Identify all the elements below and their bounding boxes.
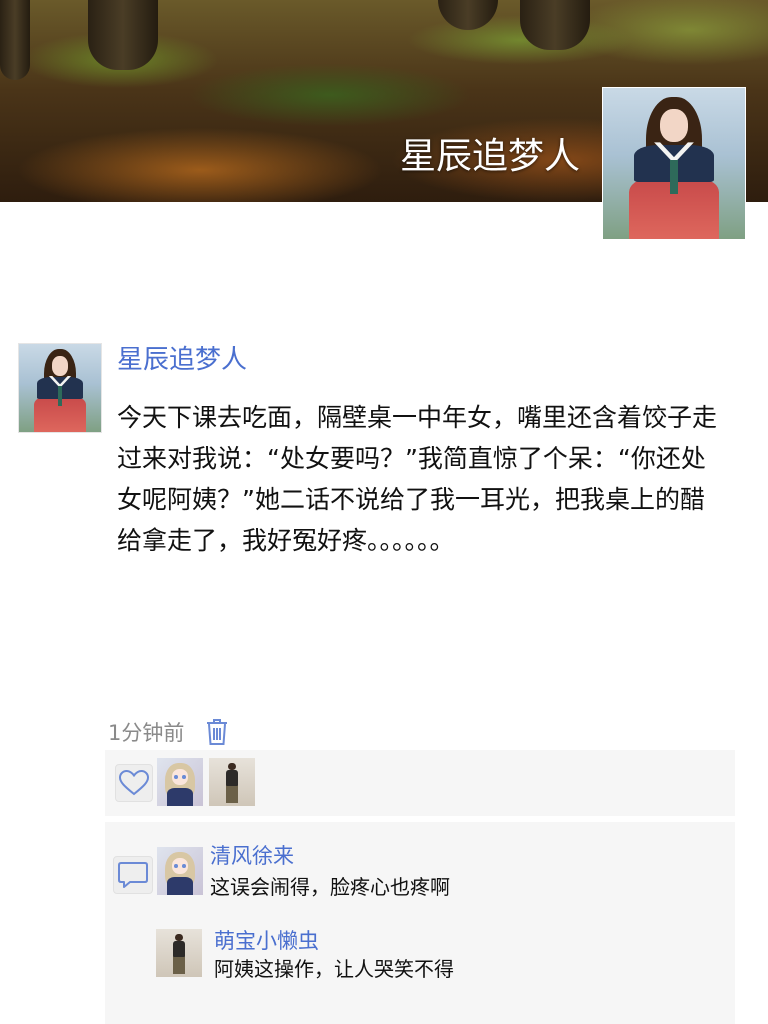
comment-text: 阿姨这操作，让人哭笑不得: [214, 957, 454, 981]
liker-avatar[interactable]: [157, 758, 203, 806]
author-photo: [19, 344, 101, 432]
trash-icon[interactable]: [206, 718, 228, 746]
heart-icon[interactable]: [115, 764, 153, 802]
liker-avatar[interactable]: [209, 758, 255, 806]
comments-panel: 清风徐来 这误会闹得，脸疼心也疼啊 萌宝小懒虫 阿姨这操作，让人哭笑不得: [105, 822, 735, 1024]
post-text: 今天下课去吃面，隔壁桌一中年女，嘴里还含着饺子走过来对我说：“处女要吗？”我简直…: [117, 403, 718, 555]
tree-trunk: [88, 0, 158, 70]
tree-trunk: [520, 0, 590, 50]
post-meta: 1分钟前: [108, 715, 228, 749]
commenter-avatar[interactable]: [156, 929, 202, 977]
commenter-name[interactable]: 清风徐来: [210, 842, 294, 870]
profile-avatar[interactable]: [602, 87, 746, 240]
post-timestamp: 1分钟前: [108, 721, 185, 745]
profile-photo: [603, 88, 745, 239]
tree-trunk: [438, 0, 498, 30]
cover-title: 星辰追梦人: [399, 136, 580, 177]
comment-bubble-icon[interactable]: [113, 856, 153, 894]
post-author-avatar[interactable]: [18, 343, 102, 433]
commenter-name[interactable]: 萌宝小懒虫: [214, 927, 319, 955]
comment-text: 这误会闹得，脸疼心也疼啊: [210, 875, 450, 899]
commenter-avatar[interactable]: [157, 847, 203, 895]
post-author-name[interactable]: 星辰追梦人: [117, 340, 247, 380]
tree-trunk: [0, 0, 30, 80]
likes-panel: [105, 750, 735, 816]
